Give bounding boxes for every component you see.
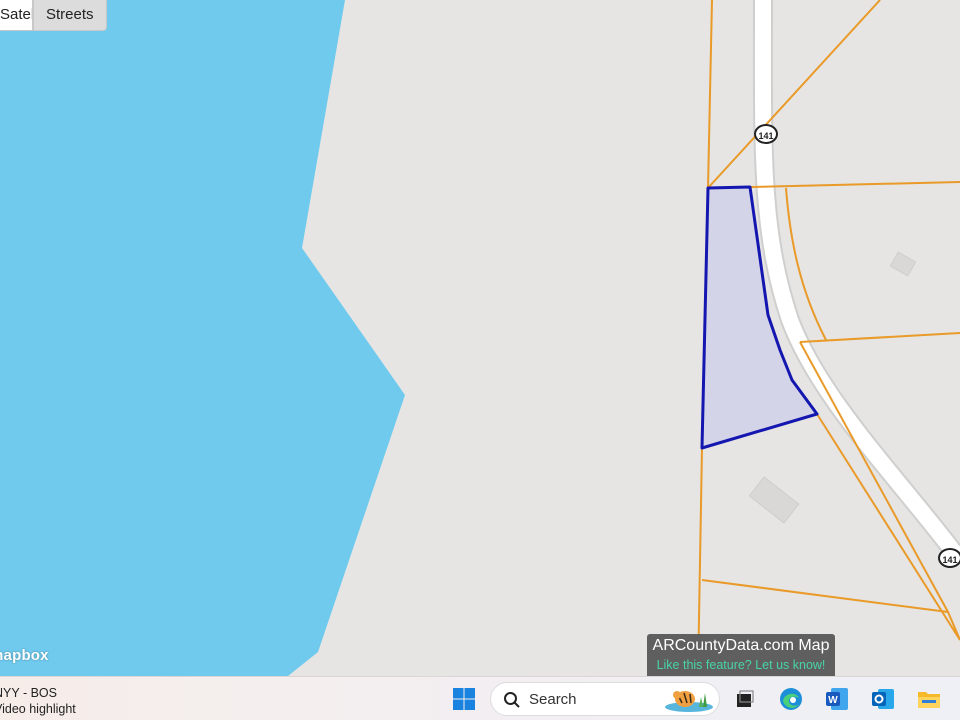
satellite-layer-button[interactable]: Satellite	[0, 0, 33, 31]
file-explorer-icon[interactable]	[913, 683, 945, 715]
search-label: Search	[529, 691, 577, 708]
feedback-link[interactable]: Like this feature? Let us know!	[647, 656, 835, 674]
layer-switcher: Satellite Streets	[0, 0, 107, 32]
tiger-widget-icon	[665, 691, 713, 712]
lake-water	[0, 0, 405, 676]
word-app-icon[interactable]: W	[821, 683, 853, 715]
task-view-icon[interactable]	[728, 683, 760, 715]
widget-subline: Video highlight	[0, 702, 76, 716]
route-shield-141: 141	[754, 124, 778, 144]
search-icon	[504, 692, 520, 708]
streets-layer-button[interactable]: Streets	[33, 0, 107, 31]
taskbar: NYY - BOS Video highlight Search W	[0, 676, 960, 720]
attribution-title: ARCountyData.com Map	[652, 637, 830, 654]
widget-headline: NYY - BOS	[0, 686, 57, 700]
attribution-box: ARCountyData.com Map Like this feature? …	[647, 634, 835, 676]
route-shield-141: 141	[938, 548, 960, 568]
map-layers	[0, 0, 960, 676]
map-canvas[interactable]: 141 141 Satellite Streets mapbox ARCount…	[0, 0, 960, 676]
taskbar-search-box[interactable]: Search	[490, 682, 720, 716]
windows-start-icon[interactable]	[448, 683, 480, 715]
highway-141-road	[754, 0, 960, 565]
building	[889, 251, 917, 277]
svg-text:W: W	[828, 695, 838, 706]
building	[748, 476, 800, 524]
edge-browser-icon[interactable]	[775, 683, 807, 715]
taskbar-widget[interactable]: NYY - BOS Video highlight	[0, 685, 76, 717]
highway-141-road-edge	[752, 0, 960, 567]
mapbox-logo: mapbox	[0, 647, 49, 664]
outlook-app-icon[interactable]	[867, 683, 899, 715]
